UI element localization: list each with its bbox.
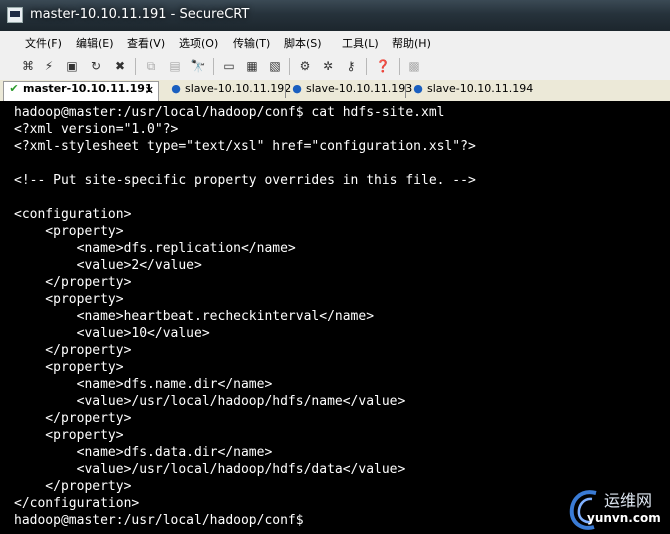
terminal-line: <configuration> <box>14 207 132 222</box>
terminal-line: <value>10</value> <box>14 326 210 341</box>
tab-label: slave-10.10.11.192 <box>185 82 292 95</box>
reconnect-icon[interactable]: ↻ <box>88 58 104 74</box>
terminal-line: hadoop@master:/usr/local/hadoop/conf$ ca… <box>14 105 445 120</box>
terminal-line: <?xml-stylesheet type="text/xsl" href="c… <box>14 139 476 154</box>
tab-separator <box>285 84 286 98</box>
watermark-domain: yunvn.com <box>587 511 661 525</box>
copy-icon[interactable]: ⧉ <box>143 58 159 74</box>
find-icon[interactable]: 🔭 <box>190 58 206 74</box>
menu-transfer[interactable]: 传输(T) <box>233 35 270 51</box>
terminal-line: <name>dfs.replication</name> <box>14 241 296 256</box>
terminal-line: </property> <box>14 343 132 358</box>
terminal-line: <name>dfs.data.dir</name> <box>14 445 273 460</box>
connect-icon[interactable]: ⌘ <box>20 58 36 74</box>
close-tab-icon[interactable]: ✕ <box>145 84 154 97</box>
terminal-line: <property> <box>14 428 124 443</box>
tab-slave-10-10-11-192[interactable]: ● slave-10.10.11.192 <box>166 82 291 101</box>
tab-master-10-10-11-191[interactable]: ✔ master-10.10.11.191 ✕ <box>3 81 159 101</box>
terminal-line: <value>/usr/local/hadoop/hdfs/data</valu… <box>14 462 406 477</box>
tab-label: master-10.10.11.191 <box>23 82 153 95</box>
title-bar[interactable]: master-10.10.11.191 - SecureCRT <box>0 0 670 31</box>
info-icon: ● <box>292 82 302 95</box>
watermark-chinese: 运维网 <box>604 491 653 510</box>
tab-separator <box>405 84 406 98</box>
menu-bar: 文件(F) 编辑(E) 查看(V) 选项(O) 传输(T) 脚本(S) 工具(L… <box>0 31 670 54</box>
connected-check-icon: ✔ <box>9 82 19 95</box>
securecrt-app-icon[interactable] <box>7 7 23 23</box>
menu-help[interactable]: 帮助(H) <box>392 35 431 51</box>
terminal-line: </property> <box>14 275 132 290</box>
toolbar-separator <box>213 58 214 75</box>
terminal-line: <name>dfs.name.dir</name> <box>14 377 273 392</box>
print-icon[interactable]: ▭ <box>221 58 237 74</box>
tab-slave-10-10-11-193[interactable]: ● slave-10.10.11.193 <box>287 82 412 101</box>
terminal-line: <property> <box>14 360 124 375</box>
connect-tab-icon[interactable]: ▣ <box>64 58 80 74</box>
session-options-icon[interactable]: ⚙ <box>297 58 313 74</box>
toolbar-separator <box>399 58 400 75</box>
print-selection-icon[interactable]: ▧ <box>267 58 283 74</box>
terminal-line: <!-- Put site-specific property override… <box>14 173 476 188</box>
watermark-logo: 运维网 yunvn.com <box>566 487 670 534</box>
terminal-line: <property> <box>14 292 124 307</box>
tab-label: slave-10.10.11.193 <box>306 82 413 95</box>
help-icon[interactable]: ❓ <box>375 58 391 74</box>
info-icon: ● <box>171 82 181 95</box>
paste-icon[interactable]: ▤ <box>167 58 183 74</box>
menu-file[interactable]: 文件(F) <box>25 35 62 51</box>
toolbar-separator <box>135 58 136 75</box>
terminal-line: <?xml version="1.0"?> <box>14 122 179 137</box>
terminal-line: <property> <box>14 224 124 239</box>
menu-tools[interactable]: 工具(L) <box>342 35 379 51</box>
menu-view[interactable]: 查看(V) <box>127 35 165 51</box>
menu-script[interactable]: 脚本(S) <box>284 35 322 51</box>
quick-connect-icon[interactable]: ⚡ <box>41 58 57 74</box>
terminal-line: <value>/usr/local/hadoop/hdfs/name</valu… <box>14 394 406 409</box>
terminal-line: <value>2</value> <box>14 258 202 273</box>
window-title: master-10.10.11.191 - SecureCRT <box>30 7 250 22</box>
terminal-line: <name>heartbeat.recheckinterval</name> <box>14 309 375 324</box>
keymap-icon[interactable]: ⚷ <box>343 58 359 74</box>
terminal-line: </property> <box>14 411 132 426</box>
print-setup-icon[interactable]: ▦ <box>244 58 260 74</box>
toolbar-separator <box>289 58 290 75</box>
menu-options[interactable]: 选项(O) <box>179 35 218 51</box>
terminal-text[interactable]: hadoop@master:/usr/local/hadoop/conf$ ca… <box>0 101 670 529</box>
global-options-icon[interactable]: ✲ <box>320 58 336 74</box>
tab-label: slave-10.10.11.194 <box>427 82 534 95</box>
toolbar: ⌘ ⚡ ▣ ↻ ✖ ⧉ ▤ 🔭 ▭ ▦ ▧ ⚙ ✲ ⚷ ❓ ▩ <box>0 53 670 81</box>
disconnect-icon[interactable]: ✖ <box>112 58 128 74</box>
menu-edit[interactable]: 编辑(E) <box>76 35 114 51</box>
info-icon: ● <box>413 82 423 95</box>
terminal-output[interactable]: hadoop@master:/usr/local/hadoop/conf$ ca… <box>0 101 670 534</box>
session-tab-strip: ✔ master-10.10.11.191 ✕ ● slave-10.10.11.1… <box>0 80 670 102</box>
lock-icon[interactable]: ▩ <box>406 58 422 74</box>
tab-slave-10-10-11-194[interactable]: ● slave-10.10.11.194 <box>408 82 533 101</box>
toolbar-separator <box>366 58 367 75</box>
